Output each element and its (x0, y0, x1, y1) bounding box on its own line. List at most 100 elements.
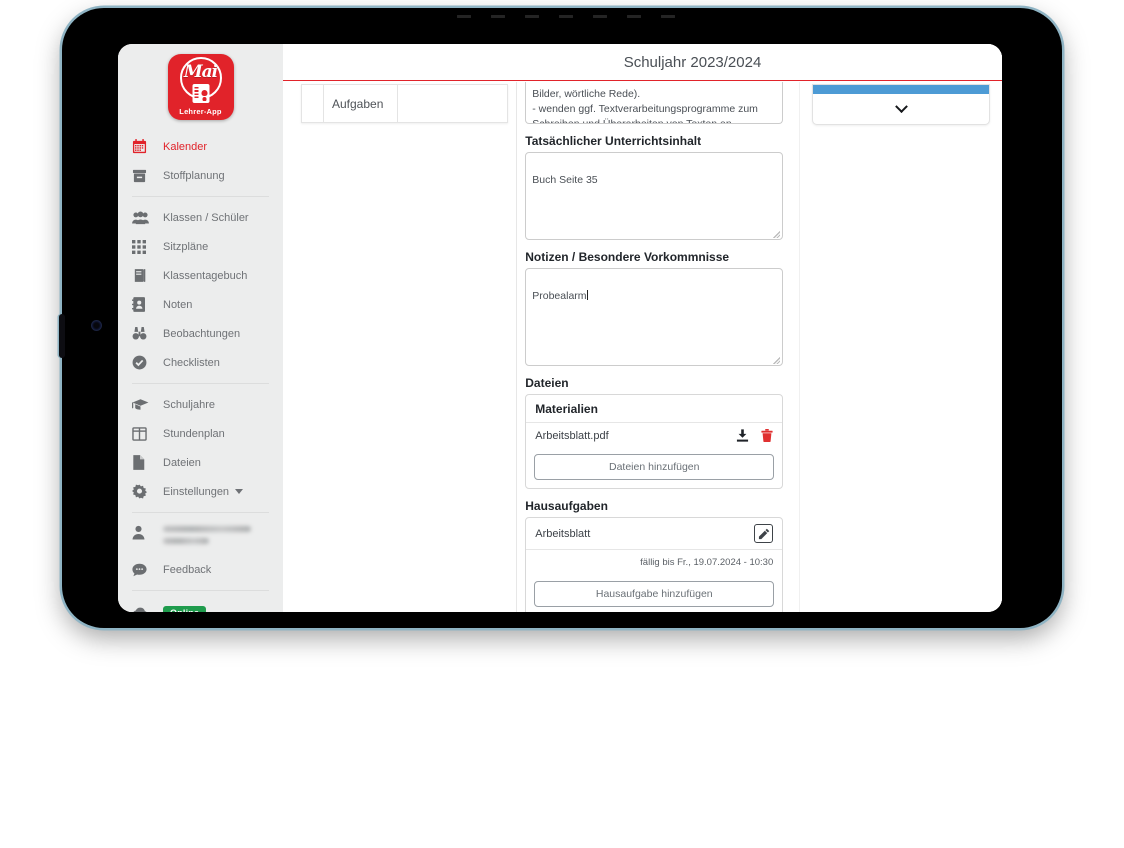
sidebar-item-schuljahre[interactable]: Schuljahre (118, 390, 283, 419)
sidebar-item-einstellungen[interactable]: Einstellungen (118, 477, 283, 506)
book-icon (132, 268, 153, 284)
collapsible-panel (812, 84, 990, 125)
content-scroll-area[interactable]: Aufgaben Bilder, wörtliche Rede). - wend… (283, 82, 1002, 612)
add-files-button[interactable]: Dateien hinzufügen (534, 454, 775, 480)
homework-title: Arbeitsblatt (535, 527, 591, 540)
tablet-device-frame: Mai Lehrer-App Kalender Stoffplanung Kla… (59, 8, 1062, 628)
sidebar-divider-1 (132, 196, 269, 197)
table-cell-checkbox[interactable] (301, 84, 324, 123)
top-bar: Schuljahr 2023/2024 (283, 44, 1002, 81)
hausaufgaben-footer: Hausaufgabe hinzufügen (526, 575, 782, 612)
hausaufgaben-label: Hausaufgaben (525, 499, 608, 513)
graduation-cap-icon (132, 397, 153, 413)
lesson-form-column: Bilder, wörtliche Rede). - wenden ggf. T… (517, 82, 800, 612)
account-name-redacted (163, 523, 283, 544)
binoculars-icon (132, 326, 153, 342)
notizen-textarea[interactable]: Probealarm (525, 268, 784, 366)
sidebar-item-label: Einstellungen (163, 485, 230, 498)
sidebar-item-label: Stundenplan (163, 427, 225, 440)
sidebar-item-label: Noten (163, 298, 193, 311)
archive-box-icon (132, 168, 153, 184)
trash-icon[interactable] (761, 429, 773, 442)
table-cell-value[interactable] (397, 84, 508, 123)
sidebar-item-kalender[interactable]: Kalender (118, 132, 283, 161)
sidebar-account[interactable] (118, 519, 283, 555)
chevron-down-icon (894, 99, 908, 113)
material-file-name[interactable]: Arbeitsblatt.pdf (535, 430, 608, 442)
material-row: Arbeitsblatt.pdf (526, 422, 783, 448)
sidebar-item-label: Schuljahre (163, 398, 215, 411)
sidebar-item-label: Kalender (163, 140, 208, 153)
sidebar-status[interactable]: Online (118, 597, 283, 612)
sidebar-item-noten[interactable]: Noten (118, 290, 283, 319)
sidebar-item-sitzplaene[interactable]: Sitzpläne (118, 232, 283, 261)
sidebar-item-stundenplan[interactable]: Stundenplan (118, 419, 283, 448)
status-badge: Online (163, 606, 207, 612)
table-cell-aufgaben: Aufgaben (323, 84, 398, 123)
download-icon[interactable] (736, 429, 749, 442)
sidebar-item-klassentagebuch[interactable]: Klassentagebuch (118, 261, 283, 290)
logo-book-icon (192, 84, 209, 103)
materialien-footer: Dateien hinzufügen (526, 448, 782, 488)
aufgaben-column: Aufgaben (283, 82, 518, 612)
homework-row: Arbeitsblatt (526, 518, 782, 549)
expand-panel-button[interactable] (813, 94, 989, 124)
grid-icon (132, 239, 153, 255)
tatsaechlicher-inhalt-label: Tatsächlicher Unterrichtsinhalt (525, 134, 702, 148)
chat-bubble-icon (132, 562, 153, 578)
chevron-down-icon[interactable] (235, 489, 244, 494)
sidebar-item-label: Beobachtungen (163, 327, 241, 340)
homework-due-row: fällig bis Fr., 19.07.2024 - 10:30 (526, 549, 783, 575)
file-icon (132, 455, 153, 471)
columns-icon (132, 426, 153, 442)
page-title: Schuljahr 2023/2024 (623, 53, 762, 71)
tatsaechlicher-inhalt-textarea[interactable]: Buch Seite 35 (525, 152, 784, 240)
cloud-icon (132, 605, 153, 612)
device-camera-dot (92, 321, 101, 330)
dateien-label: Dateien (525, 376, 569, 390)
sidebar-divider-4 (132, 590, 269, 591)
pencil-icon[interactable] (754, 524, 774, 543)
check-circle-icon (132, 355, 153, 371)
sidebar-item-label: Checklisten (163, 356, 220, 369)
sidebar-item-label: Stoffplanung (163, 169, 225, 182)
main-area: Schuljahr 2023/2024 Aufgaben Bilder, wör… (283, 44, 1002, 612)
calendar-icon (132, 139, 153, 155)
aufgaben-table: Aufgaben (301, 84, 508, 123)
user-icon (132, 524, 153, 540)
resize-grip-icon[interactable] (773, 231, 781, 238)
resize-grip-icon[interactable] (773, 357, 781, 364)
materialien-title: Materialien (535, 402, 598, 416)
sidebar: Mai Lehrer-App Kalender Stoffplanung Kla… (118, 44, 283, 612)
app-logo: Mai Lehrer-App (167, 54, 234, 120)
sidebar-item-label: Sitzpläne (163, 240, 209, 253)
lernziele-textarea[interactable]: Bilder, wörtliche Rede). - wenden ggf. T… (525, 82, 784, 124)
sidebar-item-label: Klassentagebuch (163, 269, 248, 282)
notizen-label: Notizen / Besondere Vorkommnisse (525, 250, 730, 264)
sidebar-item-label: Dateien (163, 456, 201, 469)
sidebar-item-feedback[interactable]: Feedback (118, 555, 283, 584)
sidebar-item-beobachtungen[interactable]: Beobachtungen (118, 319, 283, 348)
sidebar-item-checklisten[interactable]: Checklisten (118, 348, 283, 377)
table-row[interactable]: Aufgaben (301, 84, 508, 123)
sidebar-divider-3 (132, 512, 269, 513)
panel-accent-bar (813, 85, 989, 94)
text-cursor (586, 290, 588, 301)
sidebar-item-label: Feedback (163, 563, 212, 576)
sidebar-item-dateien[interactable]: Dateien (118, 448, 283, 477)
homework-due-text: fällig bis Fr., 19.07.2024 - 10:30 (640, 557, 774, 568)
logo-script-text: Mai (183, 62, 218, 82)
sidebar-item-label: Klassen / Schüler (163, 211, 249, 224)
add-homework-button[interactable]: Hausaufgabe hinzufügen (534, 581, 775, 607)
logo-tagline: Lehrer-App (179, 107, 222, 116)
materialien-card: Materialien Arbeitsblatt.pdf Dateien hin… (525, 394, 784, 489)
sidebar-item-klassen-schueler[interactable]: Klassen / Schüler (118, 203, 283, 232)
tatsaechlicher-inhalt-value: Buch Seite 35 (532, 174, 598, 187)
device-power-button[interactable] (59, 314, 65, 358)
people-icon (132, 210, 153, 226)
right-column (800, 82, 1002, 612)
sidebar-item-stoffplanung[interactable]: Stoffplanung (118, 161, 283, 190)
sidebar-divider-2 (132, 383, 269, 384)
notizen-value: Probealarm (532, 290, 587, 303)
contact-card-icon (132, 297, 153, 313)
